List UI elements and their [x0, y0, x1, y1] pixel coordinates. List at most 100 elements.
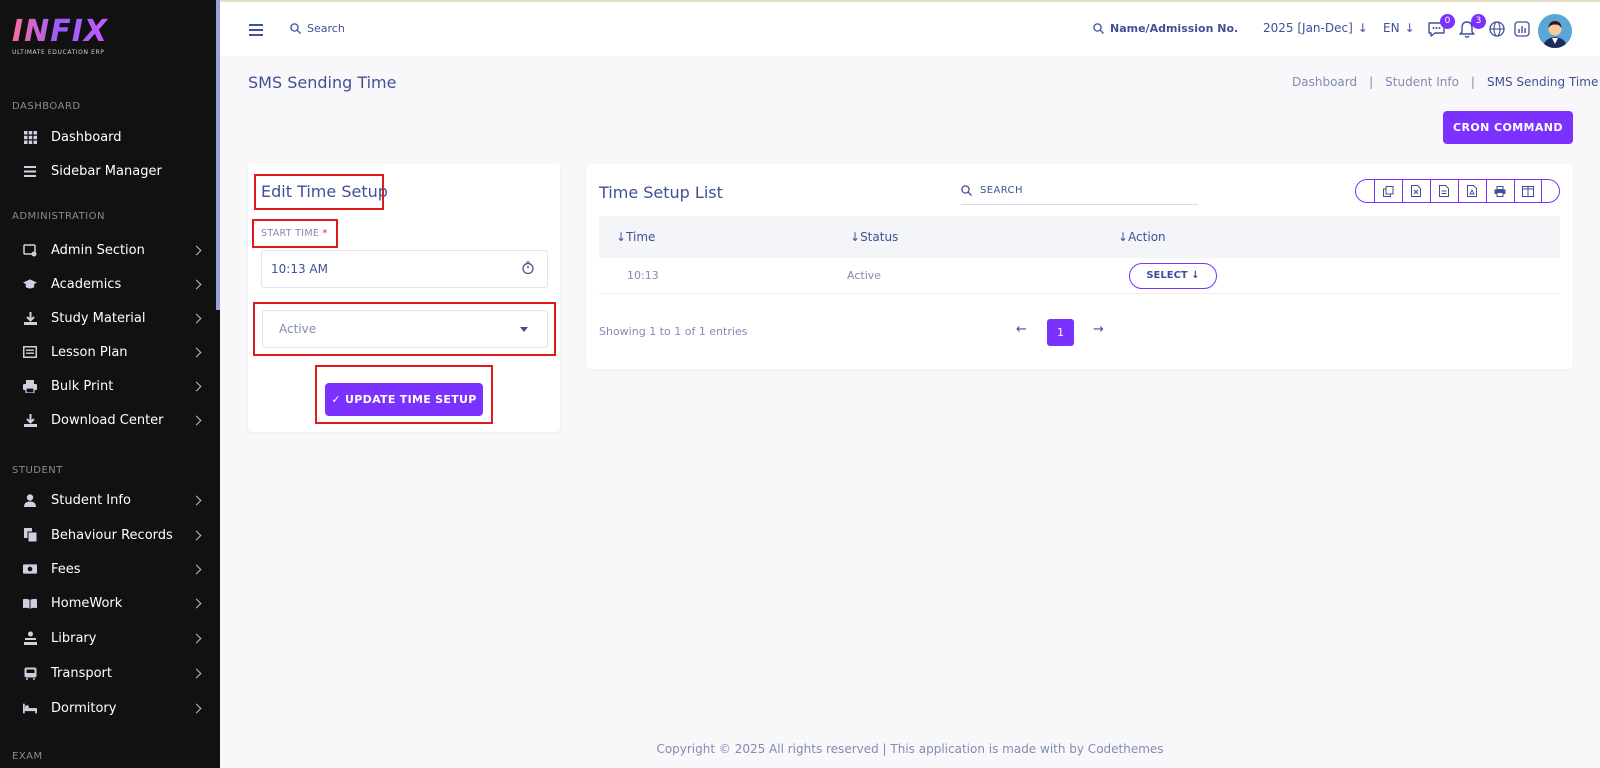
status-select[interactable]: Active: [262, 310, 548, 348]
sidebar-item-label: Fees: [51, 561, 81, 577]
notifications-count-badge: 3: [1471, 14, 1486, 29]
academic-year-selector[interactable]: 2025 [Jan-Dec] ↓: [1263, 21, 1368, 35]
caret-down-icon: [520, 327, 528, 332]
column-header-label: Time: [626, 230, 656, 244]
footer-copyright: Copyright © 2025 All rights reserved | T…: [656, 742, 1164, 756]
printer-icon: [1494, 185, 1506, 197]
website-button[interactable]: [1488, 20, 1508, 40]
logo-subtitle: ULTIMATE EDUCATION ERP: [12, 49, 105, 56]
section-title-dashboard: DASHBOARD: [12, 101, 81, 112]
sidebar-item-label: Study Material: [51, 310, 146, 326]
export-excel-button[interactable]: [1401, 180, 1430, 202]
chevron-right-icon: [191, 598, 202, 608]
sidebar-item-dashboard[interactable]: Dashboard: [0, 122, 214, 152]
edit-time-setup-card: Edit Time Setup START TIME * 10:13 AM Ac…: [248, 164, 560, 432]
time-setup-list-card: Time Setup List SEARCH ↓Time ↓Status ↓Ac…: [586, 164, 1573, 369]
sidebar-item-lesson-plan[interactable]: Lesson Plan: [0, 337, 214, 367]
clock-icon[interactable]: [521, 261, 535, 275]
column-header-action[interactable]: ↓Action: [1118, 230, 1166, 244]
copy-button[interactable]: [1373, 180, 1402, 202]
start-time-input[interactable]: 10:13 AM: [261, 250, 548, 288]
reports-button[interactable]: [1513, 20, 1533, 40]
avatar[interactable]: [1538, 14, 1572, 48]
sidebar-item-label: Student Info: [51, 492, 131, 508]
chevron-right-icon: [191, 381, 202, 391]
printer-icon: [23, 379, 37, 393]
download-icon: [23, 413, 37, 427]
section-title-student: STUDENT: [12, 465, 63, 476]
sidebar-item-label: Sidebar Manager: [51, 163, 162, 179]
chevron-right-icon: [191, 313, 202, 323]
table-search-input[interactable]: SEARCH: [961, 177, 1198, 205]
sidebar-item-behaviour-records[interactable]: Behaviour Records: [0, 520, 214, 550]
sort-arrow-icon: ↓: [850, 230, 861, 244]
sidebar-item-homework[interactable]: HomeWork: [0, 588, 214, 618]
sort-arrow-icon: ↓: [1118, 230, 1129, 244]
pagination-page-current[interactable]: 1: [1047, 319, 1074, 346]
money-icon: [23, 562, 37, 576]
sidebar-item-label: Bulk Print: [51, 378, 114, 394]
update-time-setup-button[interactable]: ✓ UPDATE TIME SETUP: [325, 383, 483, 416]
notifications-button[interactable]: 3: [1458, 14, 1486, 40]
menu-toggle-icon[interactable]: [249, 24, 263, 36]
sidebar-item-label: Library: [51, 630, 97, 646]
arrow-down-icon: ↓: [1404, 21, 1415, 35]
column-header-time[interactable]: ↓Time: [616, 230, 655, 244]
messages-button[interactable]: 0: [1427, 14, 1455, 40]
select-action-label: SELECT: [1146, 270, 1188, 281]
logo[interactable]: INFIX ULTIMATE EDUCATION ERP: [12, 14, 109, 57]
status-selected-value: Active: [279, 322, 317, 336]
sidebar-item-academics[interactable]: Academics: [0, 269, 214, 299]
sidebar-item-sidebar-manager[interactable]: Sidebar Manager: [0, 156, 214, 186]
chevron-right-icon: [191, 495, 202, 505]
breadcrumb-student-info[interactable]: Student Info: [1385, 75, 1459, 89]
documents-icon: [23, 528, 37, 542]
breadcrumb-separator: |: [1369, 75, 1374, 89]
chevron-right-icon: [191, 279, 202, 289]
sidebar-item-dormitory[interactable]: Dormitory: [0, 693, 214, 723]
select-action-button[interactable]: SELECT ↓: [1129, 263, 1217, 289]
pagination-next-icon[interactable]: →: [1093, 322, 1104, 337]
sidebar-item-label: Download Center: [51, 412, 164, 428]
list-title: Time Setup List: [599, 183, 723, 202]
sidebar-item-download-center[interactable]: Download Center: [0, 405, 214, 435]
column-header-status[interactable]: ↓Status: [850, 230, 898, 244]
grid-icon: [23, 130, 37, 144]
pagination-prev-icon[interactable]: ←: [1016, 322, 1027, 337]
sidebar-item-label: HomeWork: [51, 595, 123, 611]
export-csv-button[interactable]: [1429, 180, 1458, 202]
chevron-right-icon: [191, 347, 202, 357]
copy-icon: [1382, 185, 1393, 197]
sidebar-item-library[interactable]: Library: [0, 623, 214, 653]
user-icon: [23, 493, 37, 507]
cron-command-button[interactable]: CRON COMMAND: [1443, 111, 1573, 144]
book-list-icon: [23, 345, 37, 359]
chevron-right-icon: [191, 245, 202, 255]
sidebar-item-bulk-print[interactable]: Bulk Print: [0, 371, 214, 401]
section-title-administration: ADMINISTRATION: [12, 211, 106, 222]
student-search[interactable]: Name/Admission No.: [1093, 22, 1238, 35]
language-selector[interactable]: EN ↓: [1383, 21, 1415, 35]
sidebar-item-study-material[interactable]: Study Material: [0, 303, 214, 333]
export-pdf-button[interactable]: [1457, 180, 1486, 202]
chevron-right-icon: [191, 415, 202, 425]
user-avatar-icon: [1538, 14, 1572, 48]
sidebar-item-student-info[interactable]: Student Info: [0, 485, 214, 515]
excel-file-icon: [1411, 185, 1421, 197]
table-search-placeholder: SEARCH: [980, 185, 1023, 196]
column-visibility-button[interactable]: [1513, 180, 1542, 202]
export-buttons: [1355, 179, 1560, 203]
table-header: ↓Time ↓Status ↓Action: [599, 216, 1560, 258]
logo-text: INFIX: [12, 14, 109, 49]
breadcrumb: Dashboard | Student Info | SMS Sending T…: [1292, 75, 1598, 89]
required-mark: *: [322, 228, 328, 239]
print-button[interactable]: [1485, 180, 1514, 202]
breadcrumb-dashboard[interactable]: Dashboard: [1292, 75, 1357, 89]
sidebar-item-transport[interactable]: Transport: [0, 658, 214, 688]
entries-info: Showing 1 to 1 of 1 entries: [599, 325, 748, 338]
pdf-file-icon: [1467, 185, 1477, 197]
sidebar-item-fees[interactable]: Fees: [0, 554, 214, 584]
sidebar-item-admin-section[interactable]: Admin Section: [0, 235, 214, 265]
sidebar-item-label: Academics: [51, 276, 122, 292]
header-search[interactable]: Search: [290, 22, 345, 35]
